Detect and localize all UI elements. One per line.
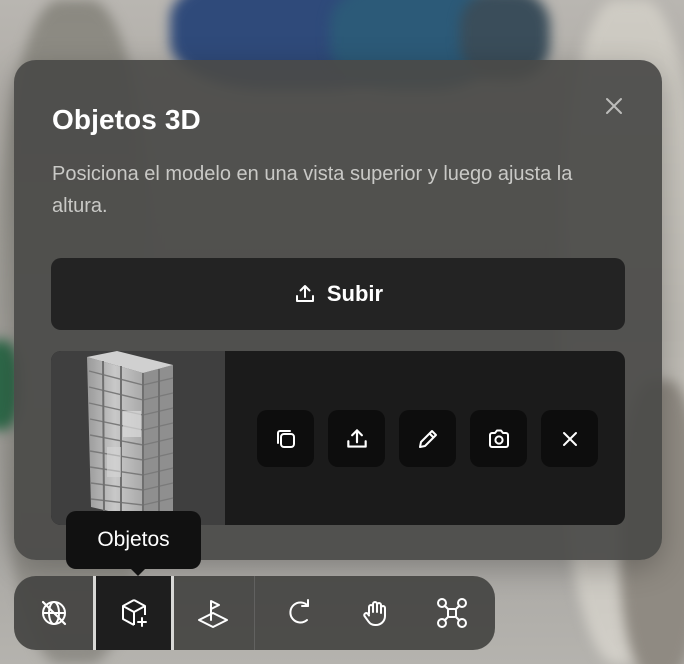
rotate-tool-button[interactable]	[262, 576, 338, 650]
export-button[interactable]	[328, 410, 385, 467]
objects-3d-panel: Objetos 3D Posiciona el modelo en una vi…	[14, 60, 662, 560]
placement-tool-button[interactable]	[174, 576, 252, 650]
edit-button[interactable]	[399, 410, 456, 467]
upload-button-label: Subir	[326, 281, 384, 306]
panel-title: Objetos 3D	[52, 104, 201, 135]
close-panel-button[interactable]	[600, 92, 628, 120]
globe-off-icon	[41, 600, 66, 626]
camera-icon	[488, 429, 509, 448]
upload-button[interactable]: Subir	[51, 258, 625, 330]
upload-icon	[346, 428, 367, 448]
remove-model-button[interactable]	[541, 410, 598, 467]
objects-tool-button[interactable]	[96, 576, 171, 650]
toolbar-separator	[254, 576, 255, 650]
model-card	[51, 351, 625, 525]
building-model-image	[87, 351, 174, 519]
rotate-icon	[289, 599, 309, 624]
hand-icon	[363, 601, 386, 626]
cube-add-icon	[121, 599, 147, 627]
upload-icon	[295, 285, 314, 302]
close-icon	[562, 431, 577, 446]
model-actions	[257, 410, 598, 467]
duplicate-icon	[276, 429, 295, 448]
duplicate-button[interactable]	[257, 410, 314, 467]
screenshot-button[interactable]	[470, 410, 527, 467]
bottom-toolbar	[14, 576, 495, 650]
panel-description: Posiciona el modelo en una vista superio…	[52, 163, 573, 217]
close-icon	[606, 98, 622, 114]
globe-toggle-button[interactable]	[14, 576, 93, 650]
tooltip-text: Objetos	[97, 528, 170, 551]
tooltip-arrow	[129, 567, 147, 576]
drone-icon	[437, 598, 467, 628]
drone-tool-button[interactable]	[414, 576, 490, 650]
pan-tool-button[interactable]	[338, 576, 414, 650]
model-thumbnail[interactable]	[51, 351, 225, 525]
edit-pencil-icon	[418, 429, 437, 448]
flag-plane-icon	[198, 600, 228, 628]
tooltip: Objetos	[66, 511, 201, 569]
